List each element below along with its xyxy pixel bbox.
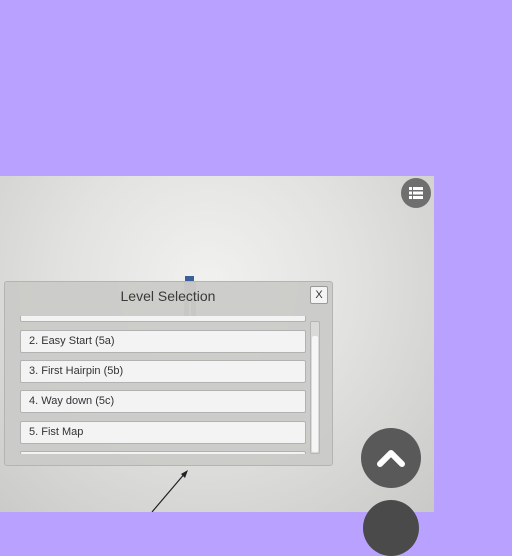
- level-item-5[interactable]: 5. Fist Map: [20, 421, 306, 444]
- close-button[interactable]: X: [310, 286, 328, 304]
- menu-button[interactable]: [401, 178, 431, 208]
- list-icon: [409, 187, 423, 199]
- panel-title: Level Selection: [120, 288, 216, 304]
- level-selection-panel: Level Selection X 2. Easy Start (5a) 3. …: [4, 281, 333, 466]
- scrollbar-thumb[interactable]: [312, 336, 318, 452]
- level-list[interactable]: 2. Easy Start (5a) 3. First Hairpin (5b)…: [20, 316, 308, 454]
- level-item-3[interactable]: 3. First Hairpin (5b): [20, 360, 306, 383]
- level-item-6[interactable]: [20, 451, 306, 454]
- level-item-1[interactable]: [20, 316, 306, 322]
- up-button[interactable]: [361, 428, 421, 488]
- chevron-up-icon: [377, 450, 405, 467]
- level-item-2[interactable]: 2. Easy Start (5a): [20, 330, 306, 353]
- direction-arrow: [151, 470, 188, 512]
- level-item-4[interactable]: 4. Way down (5c): [20, 390, 306, 413]
- list-scrollbar[interactable]: [310, 321, 320, 454]
- secondary-control-button[interactable]: [363, 500, 419, 556]
